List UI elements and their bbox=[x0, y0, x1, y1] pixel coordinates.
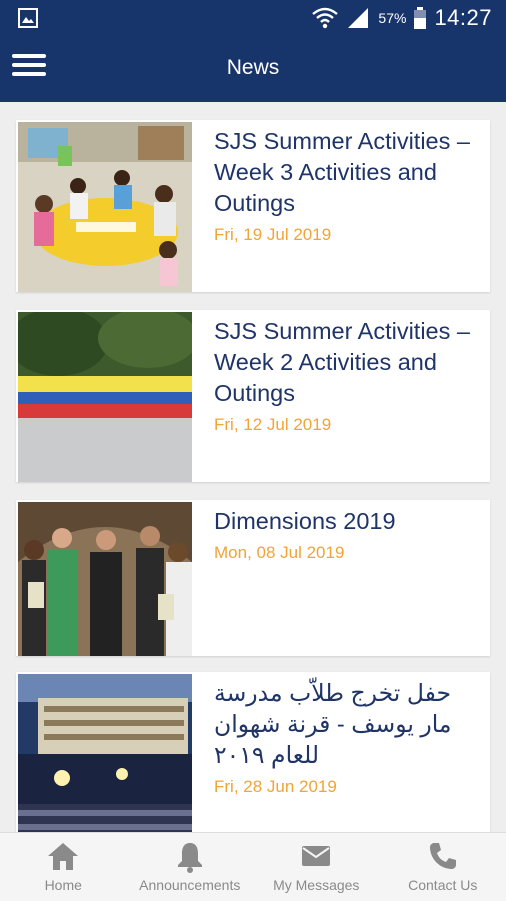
news-item[interactable]: SJS Summer Activities – Week 3 Activitie… bbox=[16, 120, 490, 292]
page-title: News bbox=[0, 56, 506, 80]
news-item[interactable]: حفل تخرج طلاّب مدرسة مار يوسف - قرنة شهو… bbox=[16, 672, 490, 832]
nav-home-label: Home bbox=[0, 877, 127, 893]
news-thumbnail bbox=[18, 502, 192, 656]
news-item[interactable]: Dimensions 2019 Mon, 08 Jul 2019 bbox=[16, 500, 490, 656]
news-title: SJS Summer Activities – Week 2 Activitie… bbox=[214, 316, 480, 409]
battery-icon bbox=[414, 7, 426, 29]
home-icon bbox=[46, 839, 80, 873]
news-list[interactable]: SJS Summer Activities – Week 3 Activitie… bbox=[0, 102, 506, 832]
envelope-icon bbox=[299, 839, 333, 873]
news-date: Mon, 08 Jul 2019 bbox=[214, 543, 480, 563]
nav-my-messages-label: My Messages bbox=[253, 877, 380, 893]
news-title: Dimensions 2019 bbox=[214, 506, 480, 537]
news-date: Fri, 28 Jun 2019 bbox=[214, 777, 480, 797]
nav-contact-us[interactable]: Contact Us bbox=[380, 833, 506, 901]
news-item[interactable]: SJS Summer Activities – Week 2 Activitie… bbox=[16, 310, 490, 482]
nav-announcements-label: Announcements bbox=[127, 877, 254, 893]
nav-announcements[interactable]: Announcements bbox=[127, 833, 254, 901]
news-thumbnail bbox=[18, 122, 192, 292]
battery-percentage: 57% bbox=[378, 10, 406, 26]
news-date: Fri, 12 Jul 2019 bbox=[214, 415, 480, 435]
clock: 14:27 bbox=[434, 5, 492, 31]
signal-icon bbox=[346, 7, 370, 29]
news-thumbnail bbox=[18, 674, 192, 832]
wifi-icon bbox=[312, 7, 338, 29]
news-date: Fri, 19 Jul 2019 bbox=[214, 225, 480, 245]
nav-home[interactable]: Home bbox=[0, 833, 127, 901]
news-title: حفل تخرج طلاّب مدرسة مار يوسف - قرنة شهو… bbox=[214, 678, 480, 771]
bell-icon bbox=[173, 839, 207, 873]
news-title: SJS Summer Activities – Week 3 Activitie… bbox=[214, 126, 480, 219]
nav-my-messages[interactable]: My Messages bbox=[253, 833, 380, 901]
status-bar: 57% 14:27 bbox=[0, 0, 506, 36]
bottom-navigation: Home Announcements My Messages Contact U… bbox=[0, 832, 506, 901]
news-thumbnail bbox=[18, 312, 192, 482]
app-bar: News bbox=[0, 36, 506, 102]
phone-icon bbox=[426, 839, 460, 873]
gallery-icon bbox=[18, 8, 38, 28]
nav-contact-us-label: Contact Us bbox=[380, 877, 506, 893]
